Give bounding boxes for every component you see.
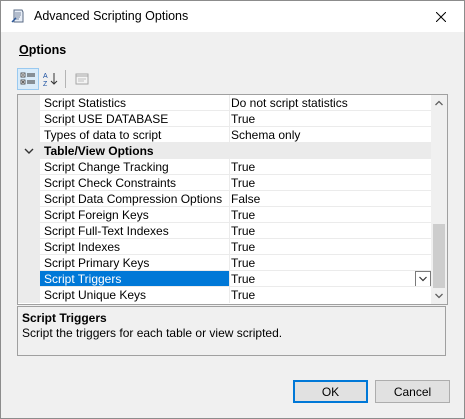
property-value[interactable]: True bbox=[229, 111, 431, 127]
property-value[interactable]: Do not script statistics bbox=[229, 95, 431, 111]
row-gutter bbox=[18, 175, 40, 191]
chevron-down-icon bbox=[435, 293, 443, 299]
grid-row[interactable]: Script Indexes True bbox=[18, 239, 431, 255]
grid-row[interactable]: Script Check Constraints True bbox=[18, 175, 431, 191]
row-gutter bbox=[18, 271, 40, 287]
property-grid[interactable]: Script Statistics Do not script statisti… bbox=[17, 94, 448, 305]
categorized-button[interactable] bbox=[17, 68, 39, 90]
property-name: Script Change Tracking bbox=[44, 160, 169, 174]
grid-row[interactable]: Script Data Compression Options False bbox=[18, 191, 431, 207]
cancel-button[interactable]: Cancel bbox=[375, 380, 450, 403]
property-value[interactable]: True bbox=[229, 287, 431, 303]
row-gutter bbox=[18, 239, 40, 255]
property-name: Script Indexes bbox=[44, 240, 121, 254]
description-title: Script Triggers bbox=[22, 311, 107, 325]
property-value[interactable]: True bbox=[229, 223, 431, 239]
row-gutter bbox=[18, 191, 40, 207]
scroll-thumb[interactable] bbox=[433, 224, 445, 288]
row-gutter bbox=[18, 111, 40, 127]
row-gutter bbox=[18, 95, 40, 111]
options-label-rest: ptions bbox=[28, 43, 67, 57]
scripting-wizard-icon bbox=[10, 8, 26, 24]
property-name: Script Triggers bbox=[44, 272, 122, 286]
property-value[interactable]: True bbox=[229, 255, 431, 271]
svg-text:A: A bbox=[43, 73, 48, 80]
title-bar: Advanced Scripting Options bbox=[1, 1, 464, 32]
grid-row[interactable]: Script Statistics Do not script statisti… bbox=[18, 95, 431, 111]
property-name: Script Statistics bbox=[44, 96, 127, 110]
row-gutter bbox=[18, 255, 40, 271]
toolbar-separator bbox=[65, 70, 66, 88]
grid-row[interactable]: Types of data to script Schema only bbox=[18, 127, 431, 143]
ok-button[interactable]: OK bbox=[293, 380, 368, 403]
property-name: Script Full-Text Indexes bbox=[44, 224, 169, 238]
alphabetical-button[interactable]: A Z bbox=[39, 68, 61, 90]
property-name: Script Check Constraints bbox=[44, 176, 177, 190]
options-label-accel: O bbox=[19, 43, 29, 57]
row-gutter bbox=[18, 287, 40, 303]
close-icon bbox=[436, 11, 446, 22]
property-name: Script Unique Keys bbox=[44, 288, 147, 302]
svg-text:Z: Z bbox=[43, 81, 48, 87]
window-title: Advanced Scripting Options bbox=[34, 9, 189, 23]
property-grid-toolbar: A Z bbox=[17, 67, 93, 91]
property-name: Script Primary Keys bbox=[44, 256, 150, 270]
property-name: Script Foreign Keys bbox=[44, 208, 149, 222]
grid-category-row[interactable]: Table/View Options bbox=[18, 143, 431, 159]
property-value[interactable]: True bbox=[229, 159, 431, 175]
description-text: Script the triggers for each table or vi… bbox=[22, 326, 283, 340]
description-pane: Script Triggers Script the triggers for … bbox=[17, 306, 446, 356]
categorized-icon bbox=[20, 72, 35, 85]
row-gutter bbox=[18, 159, 40, 175]
category-name: Table/View Options bbox=[44, 144, 154, 158]
sort-az-icon: A Z bbox=[43, 73, 58, 87]
property-value[interactable]: True bbox=[229, 207, 431, 223]
property-value[interactable]: Schema only bbox=[229, 127, 431, 143]
property-value[interactable]: False bbox=[229, 191, 431, 207]
row-gutter bbox=[18, 223, 40, 239]
grid-row[interactable]: Script Primary Keys True bbox=[18, 255, 431, 271]
options-label: Options bbox=[19, 43, 66, 57]
advanced-scripting-options-dialog: Advanced Scripting Options Options A Z S… bbox=[0, 0, 465, 419]
grid-row[interactable]: Script USE DATABASE True bbox=[18, 111, 431, 127]
grid-row[interactable]: Script Foreign Keys True bbox=[18, 207, 431, 223]
grid-row-selected[interactable]: Script Triggers True bbox=[18, 271, 431, 287]
grid-row[interactable]: Script Full-Text Indexes True bbox=[18, 223, 431, 239]
scroll-up-button[interactable] bbox=[431, 95, 447, 111]
property-pages-button[interactable] bbox=[71, 68, 93, 90]
grid-row[interactable]: Script Change Tracking True bbox=[18, 159, 431, 175]
row-gutter bbox=[18, 207, 40, 223]
row-gutter bbox=[18, 127, 40, 143]
value-dropdown-button[interactable] bbox=[415, 271, 431, 287]
property-pages-icon bbox=[75, 73, 89, 85]
close-button[interactable] bbox=[418, 1, 464, 32]
chevron-down-icon[interactable] bbox=[24, 146, 34, 156]
grid-row[interactable]: Script Unique Keys True bbox=[18, 287, 431, 303]
scroll-down-button[interactable] bbox=[431, 288, 447, 304]
vertical-scrollbar[interactable] bbox=[431, 95, 447, 304]
property-name: Script USE DATABASE bbox=[44, 112, 169, 126]
property-value[interactable]: True bbox=[229, 239, 431, 255]
chevron-down-icon bbox=[419, 276, 427, 282]
property-name: Script Data Compression Options bbox=[44, 192, 223, 206]
chevron-up-icon bbox=[435, 100, 443, 106]
property-value[interactable]: True bbox=[229, 175, 431, 191]
property-value[interactable]: True bbox=[229, 271, 431, 287]
property-name: Types of data to script bbox=[44, 128, 162, 142]
